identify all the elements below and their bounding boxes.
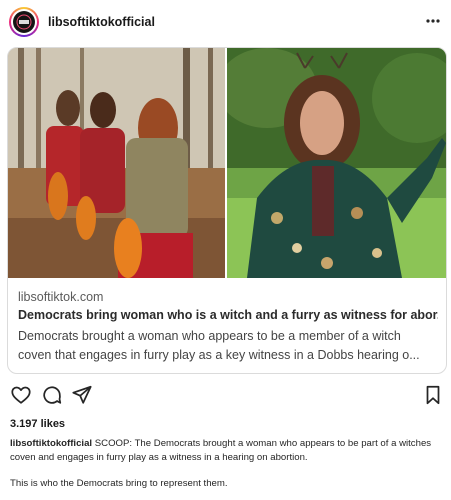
- heart-icon[interactable]: [10, 384, 32, 406]
- photo-women-in-forest: [8, 48, 225, 278]
- post-actions: [0, 384, 451, 408]
- link-domain: libsoftiktok.com: [18, 290, 104, 304]
- caption-username[interactable]: libsoftiktokofficial: [10, 438, 92, 449]
- link-preview-card[interactable]: libsoftiktok.com Democrats bring woman w…: [7, 47, 447, 374]
- link-description: Democrats brought a woman who appears to…: [18, 329, 420, 362]
- link-preview-image: [8, 48, 446, 278]
- avatar[interactable]: [9, 7, 39, 37]
- link-title[interactable]: Democrats bring woman who is a witch and…: [18, 308, 438, 322]
- instagram-post: libsoftiktokofficial libsoftiktok.com De…: [0, 0, 451, 500]
- post-header: libsoftiktokofficial: [0, 0, 451, 44]
- post-username[interactable]: libsoftiktokofficial: [48, 15, 155, 29]
- post-caption: libsoftiktokofficial SCOOP: The Democrat…: [10, 437, 442, 465]
- send-icon[interactable]: [71, 384, 93, 406]
- more-horizontal-icon[interactable]: [424, 14, 442, 28]
- bookmark-icon[interactable]: [422, 384, 444, 406]
- comment-icon[interactable]: [41, 384, 63, 406]
- caption-second-line: This is who the Democrats bring to repre…: [10, 478, 228, 489]
- photo-person-with-antlers: [227, 48, 446, 278]
- likes-count[interactable]: 3.197 likes: [10, 418, 65, 430]
- avatar-logo: [13, 11, 35, 33]
